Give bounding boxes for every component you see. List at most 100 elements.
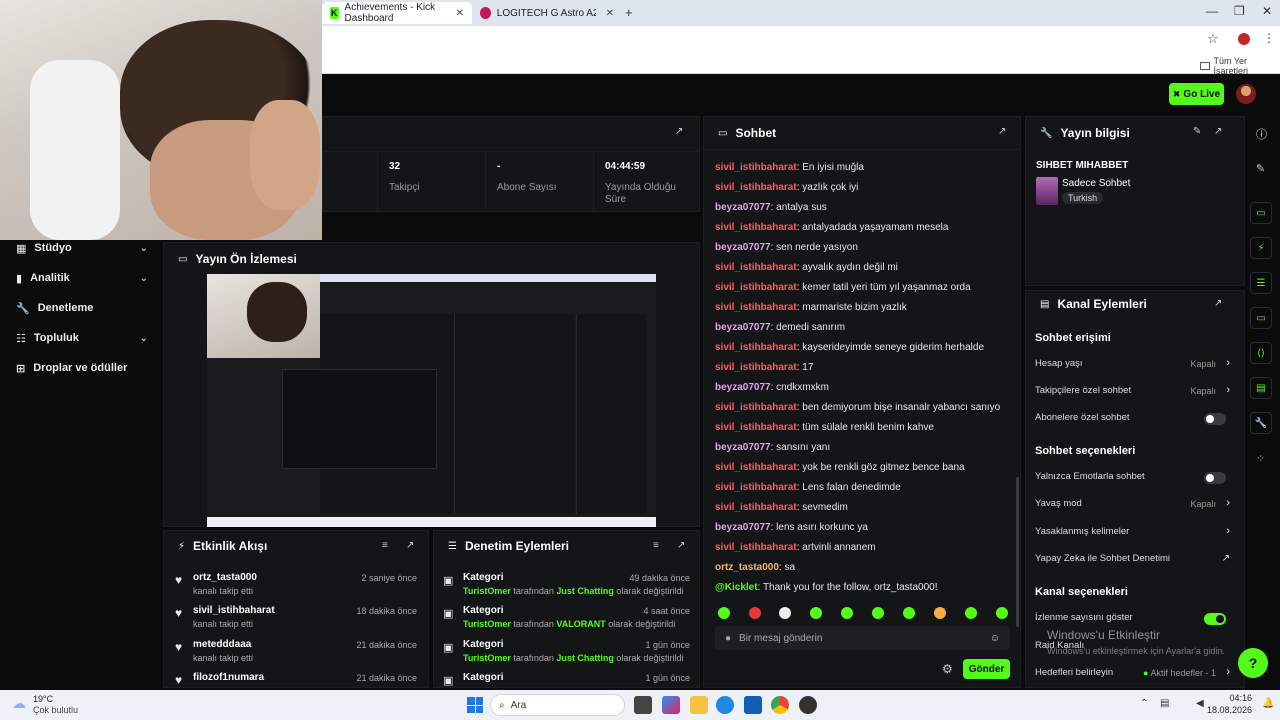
chat-username[interactable]: beyza07077 [715, 322, 771, 333]
windows-start-icon[interactable] [467, 697, 483, 713]
setting-label: Yalnızca Emotlarla sohbet [1035, 471, 1145, 482]
menu-icon[interactable]: ⋮ [1263, 31, 1275, 45]
chat-username[interactable]: beyza07077 [715, 442, 771, 453]
taskbar-search[interactable]: ⌕ Ara [490, 694, 625, 716]
chat-username[interactable]: sivil_istihbaharat [715, 402, 797, 413]
go-live-button[interactable]: ✖ Go Live [1169, 83, 1224, 105]
popout-icon[interactable]: ↗ [1214, 126, 1222, 137]
chat-username[interactable]: sivil_istihbaharat [715, 222, 797, 233]
chat-message: sivil_istihbaharat: marmariste bizim yaz… [715, 302, 907, 313]
task-view-icon[interactable] [634, 696, 652, 714]
setting-banned-words[interactable]: Yasaklanmış kelimeler › [1035, 525, 1230, 540]
activity-toggle-icon[interactable]: ⚡ [1250, 237, 1272, 259]
filter-icon[interactable]: ≡ [653, 540, 659, 551]
popout-icon[interactable]: ↗ [675, 126, 683, 137]
popout-icon[interactable]: ↗ [677, 540, 685, 551]
chat-input[interactable]: ● Bir mesaj gönderin ☺ [715, 626, 1010, 650]
chat-username[interactable]: sivil_istihbaharat [715, 462, 797, 473]
channel-actions-toggle-icon[interactable]: ▤ [1250, 377, 1272, 399]
emotes-only-toggle[interactable] [1204, 472, 1226, 484]
profile-icon[interactable] [1238, 33, 1250, 45]
stream-preview-toggle-icon[interactable]: ▭ [1250, 202, 1272, 224]
tab-logitech[interactable]: LOGITECH G Astro A20 X Lightn ✕ [472, 2, 622, 24]
edit-icon[interactable]: ✎ [1256, 162, 1265, 175]
subscribers-only-toggle[interactable] [1204, 413, 1226, 425]
close-window-icon[interactable]: ✕ [1262, 4, 1272, 18]
activity-user: sivil_istihbaharat [193, 605, 275, 616]
sidebar-item-studio[interactable]: ▦ Stüdyo ⌄ [16, 238, 148, 258]
chrome-icon[interactable] [771, 696, 789, 714]
gear-icon[interactable]: ⚙ [942, 662, 953, 676]
setting-value: Kapalı [1190, 359, 1216, 369]
sidebar-item-analytics[interactable]: ▮ Analitik ⌄ [16, 268, 148, 288]
popout-icon[interactable]: ↗ [406, 540, 414, 551]
code-toggle-icon[interactable]: ⟨⟩ [1250, 342, 1272, 364]
list-item: ▣ Kategori 1 gün önce TuristOmer tarafın… [443, 639, 690, 669]
stat-followers: 32 Takipçi [389, 161, 420, 194]
chat-username[interactable]: sivil_istihbaharat [715, 342, 797, 353]
setting-goals[interactable]: Hedefleri belirleyin ● Aktif hedefler - … [1035, 666, 1230, 681]
edit-icon[interactable]: ✎ [1193, 126, 1201, 137]
apps-icon[interactable]: ⁘ [1256, 452, 1265, 465]
volume-icon[interactable]: ◀ [1196, 698, 1204, 709]
chat-username[interactable]: beyza07077 [715, 382, 771, 393]
setting-value: Kapalı [1190, 499, 1216, 509]
sidebar-item-community[interactable]: ☷ Topluluk ⌄ [16, 328, 148, 348]
chat-username[interactable]: beyza07077 [715, 522, 771, 533]
chat-username[interactable]: sivil_istihbaharat [715, 542, 797, 553]
windows-activation-hint: Windows'u etkinleştirmek için Ayarlar'a … [1047, 646, 1225, 656]
popout-icon[interactable]: ↗ [1214, 298, 1222, 309]
chat-username[interactable]: sivil_istihbaharat [715, 282, 797, 293]
store-icon[interactable] [744, 696, 762, 714]
stream-preview-video[interactable] [207, 274, 656, 527]
stats-panel: ↗ 32 Takipçi - Abone Sayısı 04:44:59 Yay… [322, 116, 700, 212]
tray-overflow-icon[interactable]: ⌃ [1140, 698, 1148, 709]
mod-time: 1 gün önce [645, 673, 690, 683]
edge-icon[interactable] [716, 696, 734, 714]
chat-username[interactable]: sivil_istihbaharat [715, 162, 797, 173]
restore-icon[interactable]: ❐ [1234, 4, 1245, 18]
chat-username[interactable]: sivil_istihbaharat [715, 302, 797, 313]
setting-account-age[interactable]: Hesap yaşı Kapalı › [1035, 357, 1230, 372]
moderation-toggle-icon[interactable]: ☰ [1250, 272, 1272, 294]
file-explorer-icon[interactable] [690, 696, 708, 714]
chat-username[interactable]: sivil_istihbaharat [715, 362, 797, 373]
filter-icon[interactable]: ≡ [382, 540, 388, 551]
setting-slow-mode[interactable]: Yavaş mod Kapalı › [1035, 497, 1230, 512]
all-bookmarks[interactable]: Tüm Yer İşaretleri [1200, 56, 1280, 76]
sidebar-item-drops[interactable]: ⊞ Droplar ve ödüller [16, 358, 148, 378]
avatar[interactable] [1236, 84, 1256, 104]
setting-followers-only[interactable]: Takipçilere özel sohbet Kapalı › [1035, 384, 1230, 399]
close-icon[interactable]: ✕ [456, 8, 464, 19]
close-icon[interactable]: ✕ [606, 8, 614, 19]
chat-username[interactable]: sivil_istihbaharat [715, 422, 797, 433]
emoji-icon[interactable]: ☺ [990, 633, 1000, 644]
app-icon[interactable] [799, 696, 817, 714]
scrollbar[interactable] [1016, 477, 1019, 627]
new-tab-icon[interactable]: + [625, 5, 633, 20]
popout-icon[interactable]: ↗ [998, 126, 1006, 137]
wrench-toggle-icon[interactable]: 🔧 [1250, 412, 1272, 434]
info-icon[interactable]: ⓘ [1256, 126, 1267, 142]
send-button[interactable]: Gönder [963, 659, 1010, 679]
chat-username[interactable]: sivil_istihbaharat [715, 182, 797, 193]
chat-toggle-icon[interactable]: ▭ [1250, 307, 1272, 329]
chat-username[interactable]: beyza07077 [715, 202, 771, 213]
chat-username[interactable]: sivil_istihbaharat [715, 502, 797, 513]
show-viewers-toggle[interactable] [1204, 613, 1226, 625]
minimize-icon[interactable]: — [1206, 4, 1218, 18]
chat-username[interactable]: @Kicklet [715, 582, 758, 593]
network-icon[interactable]: ▤ [1160, 698, 1169, 709]
notification-icon[interactable]: 🔔 [1262, 698, 1274, 709]
chat-username[interactable]: sivil_istihbaharat [715, 262, 797, 273]
star-icon[interactable]: ☆ [1207, 31, 1219, 47]
sidebar-item-moderation[interactable]: 🔧 Denetleme [16, 298, 148, 318]
tab-kick-dashboard[interactable]: K Achievements - Kick Dashboard ✕ [322, 2, 472, 24]
chat-username[interactable]: sivil_istihbaharat [715, 482, 797, 493]
chat-username[interactable]: beyza07077 [715, 242, 771, 253]
help-button[interactable]: ? [1238, 648, 1268, 678]
weather-icon[interactable]: ☁ [12, 695, 26, 712]
chat-username[interactable]: ortz_tasta000 [715, 562, 779, 573]
copilot-icon[interactable] [662, 696, 680, 714]
setting-ai-moderation[interactable]: Yapay Zeka ile Sohbet Denetimi ↗ [1035, 553, 1230, 567]
